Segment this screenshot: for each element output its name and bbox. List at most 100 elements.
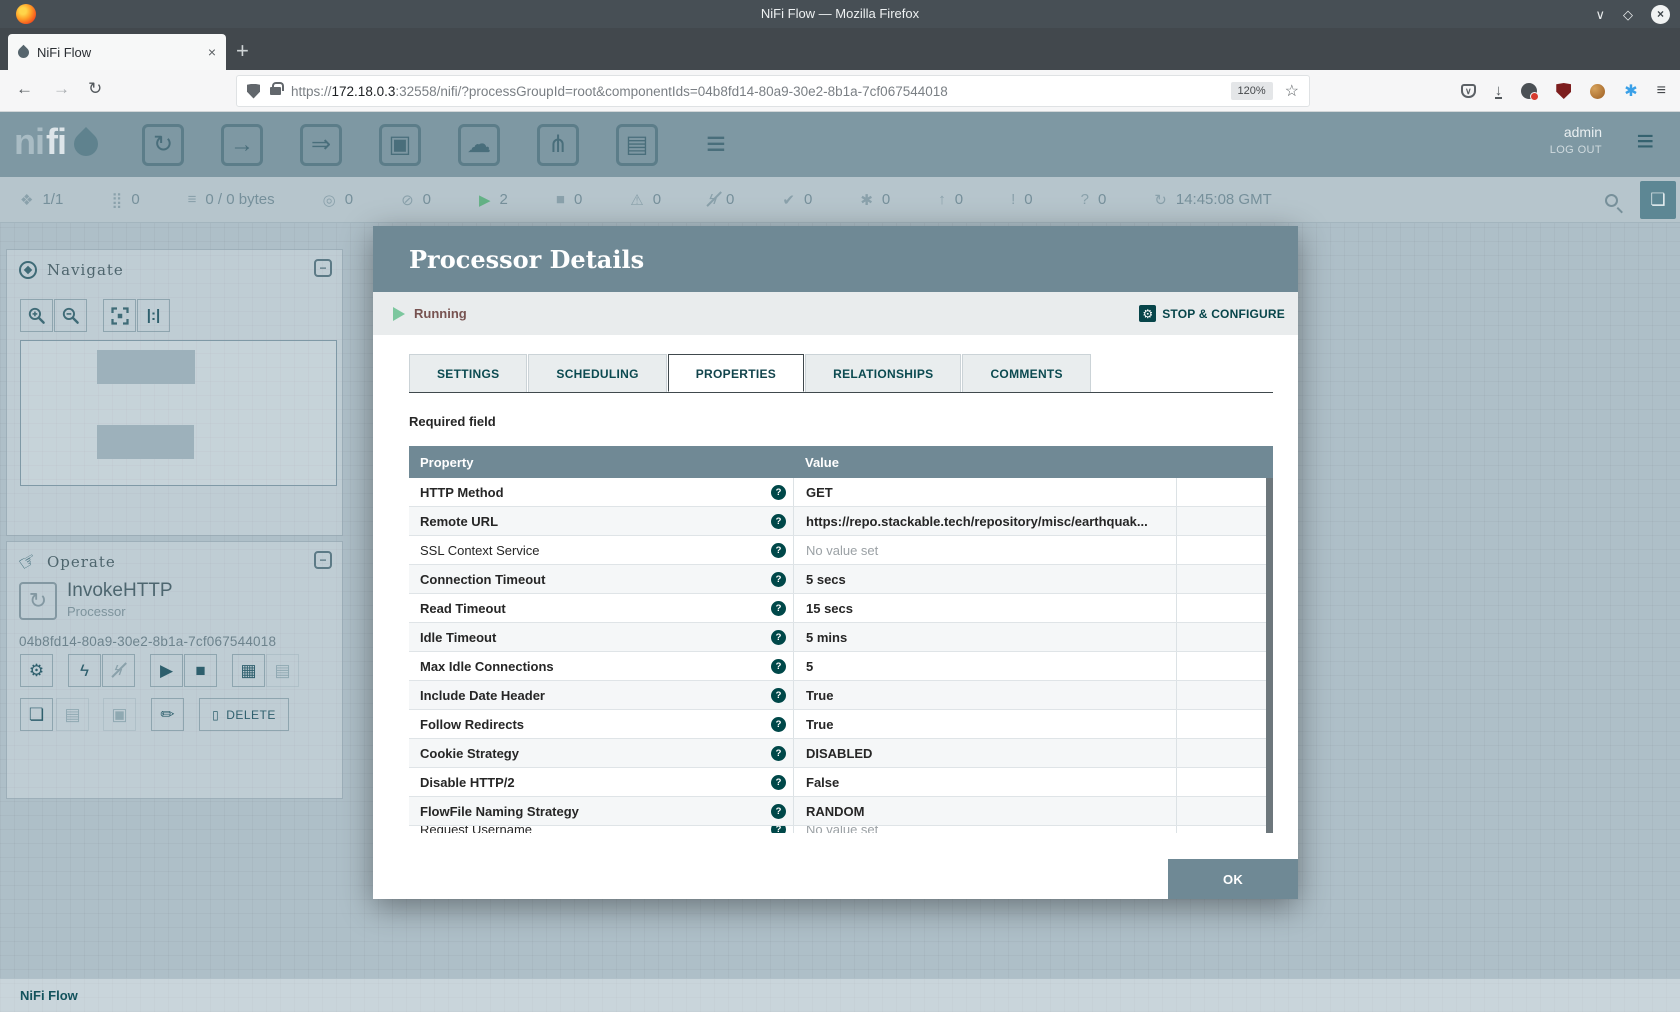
process-group-component-icon[interactable]: ▣ [379, 124, 421, 166]
value-cell[interactable]: True [793, 681, 1176, 709]
browser-menu-icon[interactable]: ≡ [1657, 82, 1666, 100]
window-maximize-button[interactable]: ◇ [1623, 8, 1633, 21]
help-icon[interactable]: ? [771, 543, 786, 558]
birdseye-map[interactable] [20, 340, 337, 486]
reload-button[interactable]: ↻ [88, 79, 102, 99]
pocket-icon[interactable]: ∨ [1461, 84, 1476, 98]
table-row[interactable]: Follow Redirects?True [409, 710, 1273, 739]
help-icon[interactable]: ? [771, 572, 786, 587]
help-icon[interactable]: ? [771, 601, 786, 616]
table-row[interactable]: Include Date Header?True [409, 681, 1273, 710]
zoom-fit-button[interactable] [103, 299, 136, 332]
table-scrollbar[interactable] [1266, 478, 1273, 833]
label-component-icon[interactable]: ≡ [695, 124, 737, 166]
cookie-extension-icon[interactable] [1590, 84, 1605, 99]
downloads-icon[interactable]: ↓ [1495, 84, 1503, 99]
template-component-icon[interactable]: ▤ [616, 124, 658, 166]
tab-close-icon[interactable]: × [208, 44, 216, 60]
fill-color-button[interactable]: ✏ [151, 698, 184, 731]
remote-process-group-component-icon[interactable]: ☁ [458, 124, 500, 166]
page-zoom-badge[interactable]: 120% [1231, 82, 1273, 100]
funnel-component-icon[interactable]: ⋔ [537, 124, 579, 166]
table-row[interactable]: FlowFile Naming Strategy?RANDOM [409, 797, 1273, 826]
window-minimize-button[interactable]: ∨ [1595, 8, 1605, 21]
property-cell: HTTP Method? [409, 478, 793, 506]
stop-button[interactable]: ■ [184, 654, 217, 687]
value-cell[interactable]: 15 secs [793, 594, 1176, 622]
bookmark-star-icon[interactable]: ☆ [1285, 81, 1299, 101]
save-template-button[interactable]: ▦ [232, 654, 265, 687]
extension-icon[interactable]: ✱ [1624, 81, 1637, 101]
processor-component-icon[interactable]: ↻ [142, 124, 184, 166]
navigate-collapse-button[interactable]: − [314, 259, 332, 277]
new-tab-button[interactable]: + [236, 38, 249, 64]
tab-comments[interactable]: COMMENTS [962, 354, 1090, 392]
help-icon[interactable]: ? [771, 485, 786, 500]
value-cell[interactable]: No value set [793, 826, 1176, 833]
help-icon[interactable]: ? [771, 804, 786, 819]
value-cell[interactable]: 5 secs [793, 565, 1176, 593]
tab-settings[interactable]: SETTINGS [409, 354, 527, 392]
table-row[interactable]: Idle Timeout?5 mins [409, 623, 1273, 652]
help-icon[interactable]: ? [771, 688, 786, 703]
window-close-button[interactable]: × [1651, 5, 1670, 24]
tracking-protection-shield-icon[interactable] [247, 84, 260, 99]
value-cell[interactable]: False [793, 768, 1176, 796]
table-row[interactable]: HTTP Method?GET [409, 478, 1273, 507]
help-icon[interactable]: ? [771, 659, 786, 674]
tab-scheduling[interactable]: SCHEDULING [528, 354, 666, 392]
table-row[interactable]: Disable HTTP/2?False [409, 768, 1273, 797]
tab-relationships[interactable]: RELATIONSHIPS [805, 354, 961, 392]
enable-button[interactable]: ϟ [68, 654, 101, 687]
table-row[interactable]: Cookie Strategy?DISABLED [409, 739, 1273, 768]
value-cell[interactable]: GET [793, 478, 1176, 506]
help-icon[interactable]: ? [771, 775, 786, 790]
table-row[interactable]: Read Timeout?15 secs [409, 594, 1273, 623]
start-button[interactable]: ▶ [150, 654, 183, 687]
value-cell[interactable]: 5 mins [793, 623, 1176, 651]
value-cell[interactable]: DISABLED [793, 739, 1176, 767]
table-row[interactable]: Remote URL? https://repo.stackable.tech/r… [409, 507, 1273, 536]
table-row[interactable]: SSL Context Service?No value set [409, 536, 1273, 565]
back-button[interactable]: ← [16, 79, 33, 99]
help-icon[interactable]: ? [771, 514, 786, 529]
value-cell[interactable]: RANDOM [793, 797, 1176, 825]
tab-properties[interactable]: PROPERTIES [668, 354, 804, 392]
value-cell[interactable]: No value set [793, 536, 1176, 564]
operate-collapse-button[interactable]: − [314, 551, 332, 569]
help-icon[interactable]: ? [771, 630, 786, 645]
table-row[interactable]: Request Username?No value set [409, 826, 1273, 833]
configure-button[interactable]: ⚙ [20, 654, 53, 687]
url-bar[interactable]: https://172.18.0.3:32558/nifi/?processGr… [236, 75, 1310, 107]
help-icon[interactable]: ? [771, 826, 786, 833]
value-cell[interactable]: 5 [793, 652, 1176, 680]
lock-icon[interactable] [270, 87, 281, 95]
breadcrumb[interactable]: NiFi Flow [20, 988, 78, 1003]
zoom-out-button[interactable] [54, 299, 87, 332]
ublock-extension-icon[interactable] [1556, 83, 1571, 99]
ok-button[interactable]: OK [1168, 859, 1298, 899]
output-port-component-icon[interactable]: ⇒ [300, 124, 342, 166]
disable-button[interactable]: ϟ [102, 654, 135, 687]
help-icon[interactable]: ? [771, 717, 786, 732]
zoom-in-button[interactable] [20, 299, 53, 332]
forward-button[interactable]: → [53, 79, 70, 99]
property-name: Remote URL [420, 514, 771, 529]
help-icon[interactable]: ? [771, 746, 786, 761]
copy-button[interactable]: ❏ [20, 698, 53, 731]
stop-configure-button[interactable]: ⚙ STOP & CONFIGURE [1139, 305, 1285, 322]
refresh-icon[interactable]: ↻ [1154, 191, 1167, 209]
input-port-component-icon[interactable]: → [221, 124, 263, 166]
panel-toggle-button[interactable]: ❏ [1640, 181, 1676, 219]
global-menu-icon[interactable]: ≡ [1636, 124, 1654, 160]
logout-link[interactable]: LOG OUT [1550, 144, 1602, 156]
table-row[interactable]: Max Idle Connections?5 [409, 652, 1273, 681]
table-row[interactable]: Connection Timeout?5 secs [409, 565, 1273, 594]
browser-tab[interactable]: NiFi Flow × [8, 34, 226, 70]
value-cell[interactable]: https://repo.stackable.tech/repository/m… [793, 507, 1176, 535]
zoom-actual-button[interactable]: |:| [137, 299, 170, 332]
value-cell[interactable]: True [793, 710, 1176, 738]
active-threads-status: ⣿0 [111, 191, 139, 209]
search-icon[interactable] [1605, 194, 1618, 207]
account-icon[interactable] [1521, 83, 1537, 99]
